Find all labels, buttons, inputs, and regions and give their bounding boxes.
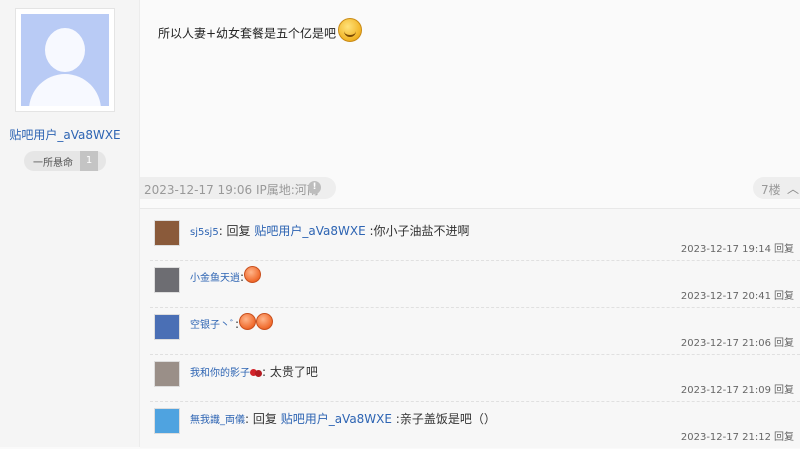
reply-avatar[interactable] (154, 408, 180, 434)
post-time-location: 2023-12-17 19:06 IP属地:河南 (144, 183, 319, 197)
reply-avatar[interactable] (154, 220, 180, 246)
default-avatar-icon (21, 14, 109, 106)
author-username[interactable]: 贴吧用户_aVa8WXE (0, 126, 130, 143)
reply-button[interactable]: 回复 (774, 291, 794, 302)
cherry-emoji-icon (250, 365, 262, 377)
reply-item: 小金鱼天逍: 2023-12-17 20:41 回复 (140, 256, 800, 308)
reply-nick[interactable]: 小金鱼天逍 (190, 273, 240, 284)
reply-button[interactable]: 回复 (774, 244, 794, 255)
reply-button[interactable]: 回复 (774, 385, 794, 396)
reply-nick[interactable]: sj5sj5 (190, 227, 219, 238)
reply-time: 2023-12-17 21:06 (680, 338, 771, 349)
reply-prefix: : (262, 365, 270, 379)
reply-content: 太贵了吧 (269, 365, 318, 379)
reply-item: 無我識_両儀: 回复 贴吧用户_aVa8WXE :亲子盖饭是吧（） 2023-1… (140, 397, 800, 449)
reply-time: 2023-12-17 21:09 (680, 385, 771, 396)
reply-item: 空银子丶ﾞ: 2023-12-17 21:06 回复 (140, 303, 800, 355)
reply-item: sj5sj5: 回复 贴吧用户_aVa8WXE :你小子油盐不进啊 2023-1… (140, 209, 800, 261)
reply-list: sj5sj5: 回复 贴吧用户_aVa8WXE :你小子油盐不进啊 2023-1… (140, 208, 800, 448)
floor-number: 7楼 (761, 183, 781, 197)
post-content: 所以人妻+幼女套餐是五个亿是吧 (158, 18, 363, 46)
reply-nick[interactable]: 我和你的影子 (190, 368, 250, 379)
reply-content: :亲子盖饭是吧（） (391, 412, 496, 426)
reply-nick[interactable]: 空银子丶ﾞ (190, 320, 235, 331)
post-text: 所以人妻+幼女套餐是五个亿是吧 (158, 26, 337, 41)
reply-time: 2023-12-17 21:12 (680, 432, 771, 443)
reply-prefix: : 回复 (245, 412, 281, 426)
floor-indicator[interactable]: 7楼 ︿ (753, 177, 800, 199)
reply-prefix: : 回复 (218, 224, 255, 238)
smile-emoji-icon (338, 18, 363, 42)
post-meta: 2023-12-17 19:06 IP属地:河南 ! (140, 177, 336, 199)
reply-avatar[interactable] (154, 314, 180, 340)
reply-item: 我和你的影子: 太贵了吧 2023-12-17 21:09 回复 (140, 350, 800, 402)
reply-button[interactable]: 回复 (774, 338, 794, 349)
reply-avatar[interactable] (154, 267, 180, 293)
reply-button[interactable]: 回复 (774, 432, 794, 443)
reply-target-user[interactable]: 贴吧用户_aVa8WXE (281, 412, 392, 426)
reply-time: 2023-12-17 20:41 (680, 291, 771, 302)
author-sidebar: 贴吧用户_aVa8WXE 一所悬命 1 (0, 0, 140, 447)
reply-avatar[interactable] (154, 361, 180, 387)
level-title: 一所悬命 (33, 158, 73, 169)
collapse-chevron-icon[interactable]: ︿ (787, 180, 799, 197)
level-badge[interactable]: 一所悬命 1 (24, 151, 106, 171)
peach-emoji-icon (244, 266, 262, 283)
peach-emoji-icon (239, 313, 257, 330)
reply-target-user[interactable]: 贴吧用户_aVa8WXE (254, 224, 365, 238)
peach-emoji-icon (256, 313, 274, 330)
reply-content: :你小子油盐不进啊 (365, 224, 470, 238)
level-number: 1 (80, 151, 98, 171)
avatar[interactable] (15, 8, 115, 112)
reply-time: 2023-12-17 19:14 (680, 244, 771, 255)
info-icon[interactable]: ! (308, 181, 321, 194)
reply-nick[interactable]: 無我識_両儀 (190, 415, 245, 426)
